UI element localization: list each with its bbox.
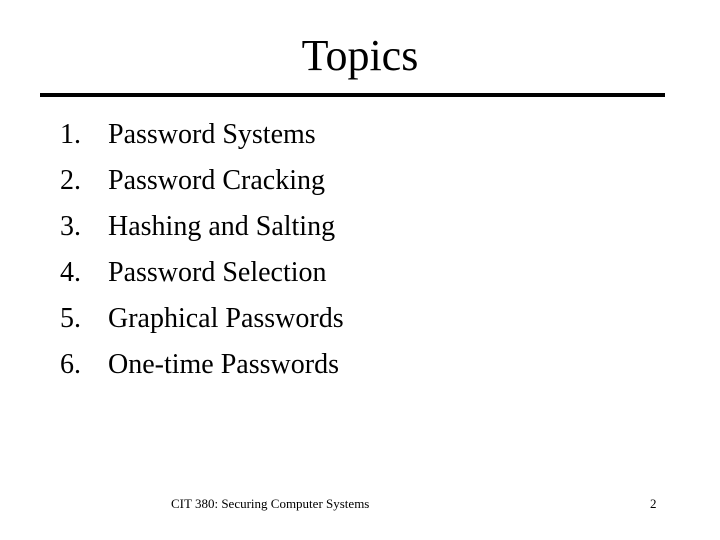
item-number: 3. [60,211,81,242]
list-item: 6. One-time Passwords [60,342,344,388]
item-number: 2. [60,165,81,196]
slide-title: Topics [301,31,419,80]
topics-list: 1. Password Systems 2. Password Cracking… [60,112,344,388]
page-number: 2 [650,496,657,511]
item-number: 6. [60,349,81,380]
item-label: Password Systems [108,119,316,150]
list-item: 4. Password Selection [60,250,344,296]
item-number: 4. [60,257,81,288]
list-item: 1. Password Systems [60,112,344,158]
item-label: Password Cracking [108,165,325,196]
item-label: Password Selection [108,257,327,288]
item-label: Graphical Passwords [108,303,344,334]
item-number: 1. [60,119,81,150]
list-item: 3. Hashing and Salting [60,204,344,250]
footer-course-title: CIT 380: Securing Computer Systems [171,496,370,511]
title-divider [40,93,665,97]
item-label: One-time Passwords [108,349,339,380]
list-item: 5. Graphical Passwords [60,296,344,342]
item-number: 5. [60,303,81,334]
list-item: 2. Password Cracking [60,158,344,204]
item-label: Hashing and Salting [108,211,336,242]
